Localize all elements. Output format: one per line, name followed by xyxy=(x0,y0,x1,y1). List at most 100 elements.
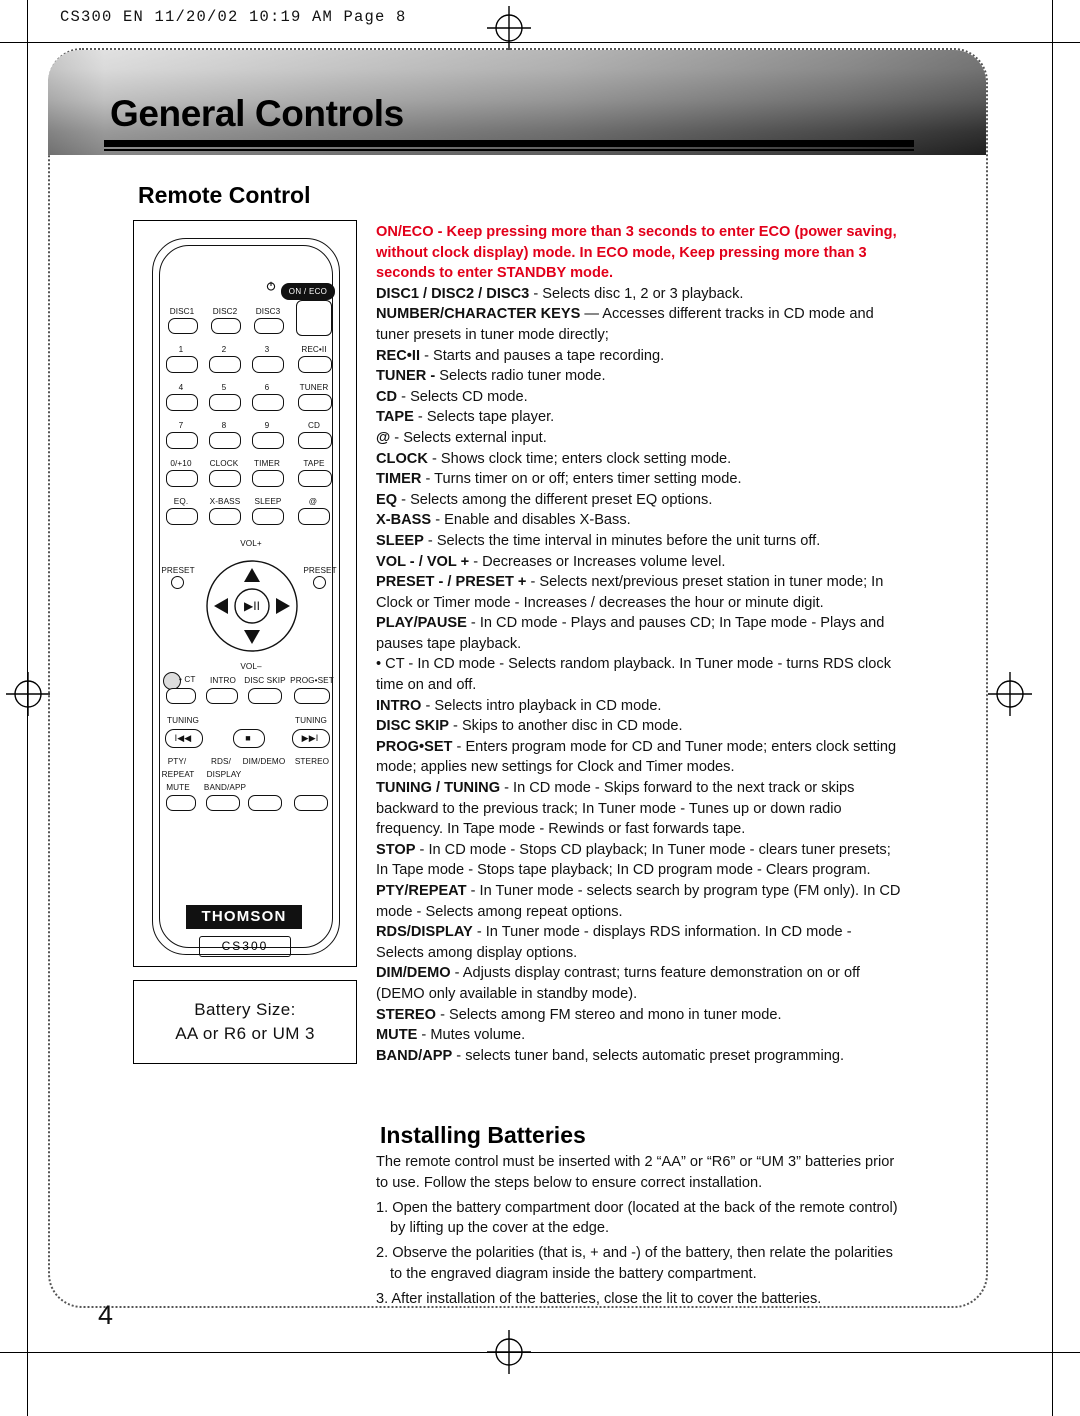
page-title: General Controls xyxy=(110,93,404,134)
remote-label-2: 2 xyxy=(221,345,227,354)
description-on-eco: ON/ECO - Keep pressing more than 3 secon… xyxy=(376,224,897,282)
description-play-pause: PLAY/PAUSE - In CD mode - Plays and paus… xyxy=(376,615,885,652)
description-disc: DISC1 / DISC2 / DISC3 - Selects disc 1, … xyxy=(376,285,744,302)
remote-label-sleep: SLEEP xyxy=(254,497,282,506)
remote-button-4[interactable] xyxy=(166,394,198,411)
remote-button-tuner[interactable] xyxy=(298,394,332,411)
description-band-app: BAND/APP - selects tuner band, selects a… xyxy=(376,1047,844,1064)
description-stereo: STEREO - Selects among FM stereo and mon… xyxy=(376,1006,782,1023)
remote-label-8: 8 xyxy=(221,421,227,430)
description-eq: EQ - Selects among the different preset … xyxy=(376,491,713,508)
remote-label-stereo: STEREO xyxy=(294,757,330,766)
remote-label-1: 1 xyxy=(178,345,184,354)
remote-button-1[interactable] xyxy=(166,356,198,373)
description-ct: • CT - In CD mode - Selects random playb… xyxy=(376,656,891,694)
crop-rule-top xyxy=(0,42,1080,43)
remote-label-tuning-right: TUNING xyxy=(295,716,327,725)
remote-button-eq[interactable] xyxy=(166,508,198,525)
crop-rule-right xyxy=(1052,0,1053,1416)
crop-rule-left xyxy=(27,0,28,1416)
remote-button-xbass[interactable] xyxy=(209,508,241,525)
remote-control-descriptions: ON/ECO - Keep pressing more than 3 secon… xyxy=(376,222,901,1066)
remote-button-prog-set[interactable] xyxy=(294,688,330,704)
title-rule-thin xyxy=(104,149,914,151)
remote-label-tuning-left: TUNING xyxy=(167,716,199,725)
description-intro: INTRO - Selects intro playback in CD mod… xyxy=(376,697,662,714)
description-mute: MUTE - Mutes volume. xyxy=(376,1027,526,1044)
remote-button-disc1[interactable] xyxy=(168,318,198,334)
remote-button-mute[interactable] xyxy=(166,795,196,811)
remote-brand-logo: THOMSON xyxy=(186,905,302,929)
remote-button-rec[interactable] xyxy=(298,356,332,373)
remote-button-band-app[interactable] xyxy=(206,795,240,811)
remote-label-tuner: TUNER xyxy=(299,383,329,392)
description-at: @ - Selects external input. xyxy=(376,429,547,446)
description-rds-display: RDS/DISPLAY - In Tuner mode - displays R… xyxy=(376,924,852,961)
remote-label-7: 7 xyxy=(178,421,184,430)
preset-minus-icon xyxy=(171,576,184,589)
remote-label-clock: CLOCK xyxy=(209,459,239,468)
registration-mark-left xyxy=(6,672,50,716)
remote-button-cd[interactable] xyxy=(298,432,332,449)
remote-label-disc3: DISC3 xyxy=(255,307,281,316)
remote-label-disc-skip: DISC SKIP xyxy=(244,676,286,685)
remote-label-intro: INTRO xyxy=(210,676,236,685)
remote-button-at[interactable] xyxy=(298,508,330,525)
title-rule xyxy=(104,140,914,147)
description-clock: CLOCK - Shows clock time; enters clock s… xyxy=(376,450,732,467)
svg-text:▶II: ▶II xyxy=(244,599,260,613)
remote-button-disc2[interactable] xyxy=(211,318,241,334)
remote-label-9: 9 xyxy=(264,421,270,430)
remote-label-pty: PTY/ xyxy=(167,757,187,766)
heading-remote-control: Remote Control xyxy=(138,182,311,208)
remote-button-disc-skip[interactable] xyxy=(248,688,282,704)
remote-label-preset-left: PRESET xyxy=(161,566,195,575)
remote-label-6: 6 xyxy=(264,383,270,392)
remote-label-xbass: X-BASS xyxy=(209,497,241,506)
remote-label-disc1: DISC1 xyxy=(169,307,195,316)
remote-on-eco-button[interactable]: ON / ECO xyxy=(281,283,335,300)
description-stop: STOP - In CD mode - Stops CD playback; I… xyxy=(376,841,891,879)
remote-button-dim-demo[interactable] xyxy=(248,795,282,811)
description-preset: PRESET - / PRESET + - Selects next/previ… xyxy=(376,574,884,611)
remote-label-3: 3 xyxy=(264,345,270,354)
remote-navigation-pad[interactable]: ▶II xyxy=(206,560,298,652)
remote-button-0-plus10[interactable] xyxy=(166,470,198,487)
description-tape: TAPE - Selects tape player. xyxy=(376,409,555,426)
remote-label-rec: REC•II xyxy=(301,345,327,354)
remote-button-6[interactable] xyxy=(252,394,284,411)
registration-mark-right xyxy=(988,672,1032,716)
heading-installing-batteries: Installing Batteries xyxy=(380,1122,586,1148)
remote-button-timer[interactable] xyxy=(252,470,284,487)
remote-button-3[interactable] xyxy=(252,356,284,373)
description-timer: TIMER - Turns timer on or off; enters ti… xyxy=(376,471,742,488)
installing-batteries-text: The remote control must be inserted with… xyxy=(376,1152,901,1310)
remote-button-ct[interactable] xyxy=(166,688,196,704)
description-sleep: SLEEP - Selects the time interval in min… xyxy=(376,532,821,549)
remote-label-5: 5 xyxy=(221,383,227,392)
remote-button-sleep[interactable] xyxy=(252,508,284,525)
remote-button-2[interactable] xyxy=(209,356,241,373)
remote-button-7[interactable] xyxy=(166,432,198,449)
description-number-keys: NUMBER/CHARACTER KEYS — Accesses differe… xyxy=(376,306,874,343)
next-track-icon: ▶▶I xyxy=(301,733,319,743)
install-intro: The remote control must be inserted with… xyxy=(376,1154,895,1191)
remote-button-intro[interactable] xyxy=(206,688,238,704)
remote-label-prog-set: PROG•SET xyxy=(290,676,334,685)
remote-label-display: DISPLAY xyxy=(206,770,242,779)
remote-button-8[interactable] xyxy=(209,432,241,449)
remote-button-5[interactable] xyxy=(209,394,241,411)
description-prog-set: PROG•SET - Enters program mode for CD an… xyxy=(376,738,897,776)
remote-button-disc3[interactable] xyxy=(254,318,284,334)
remote-button-stereo[interactable] xyxy=(294,795,328,811)
remote-button-clock[interactable] xyxy=(209,470,241,487)
remote-label-preset-right: PRESET xyxy=(303,566,337,575)
remote-label-rds: RDS/ xyxy=(211,757,231,766)
remote-label-cd: CD xyxy=(307,421,321,430)
remote-button-9[interactable] xyxy=(252,432,284,449)
remote-label-vol-down: VOL– xyxy=(240,662,262,671)
remote-label-0-plus10: 0/+10 xyxy=(170,459,192,468)
remote-button-standby-large[interactable] xyxy=(296,300,332,336)
remote-label-vol-up: VOL+ xyxy=(240,539,262,548)
remote-button-tape[interactable] xyxy=(298,470,332,487)
